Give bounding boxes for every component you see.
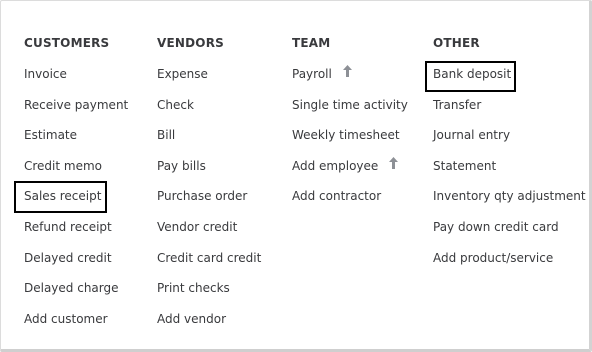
menu-item-label: Refund receipt <box>24 219 112 234</box>
menu-item-label: Estimate <box>24 128 78 143</box>
vendors-column: VENDORS Expense Check Bill Pay bills Pur… <box>157 34 261 340</box>
menu-item-add-customer[interactable]: Add customer <box>24 310 128 328</box>
menu-item-expense[interactable]: Expense <box>157 65 261 83</box>
upgrade-arrow-icon <box>389 156 399 174</box>
menu-item-label: Inventory qty adjustment <box>433 189 586 204</box>
menu-item-label: Vendor credit <box>157 219 238 234</box>
menu-item-weekly-timesheet[interactable]: Weekly timesheet <box>292 126 408 144</box>
menu-item-bill[interactable]: Bill <box>157 126 261 144</box>
menu-item-transfer[interactable]: Transfer <box>433 96 586 114</box>
menu-item-label: Delayed charge <box>24 281 119 296</box>
team-column: TEAM Payroll Single time activity Weekly… <box>292 34 408 218</box>
menu-item-check[interactable]: Check <box>157 96 261 114</box>
menu-item-add-vendor[interactable]: Add vendor <box>157 310 261 328</box>
menu-item-label: Add product/service <box>433 250 554 265</box>
other-heading: OTHER <box>433 36 480 50</box>
menu-item-journal-entry[interactable]: Journal entry <box>433 126 586 144</box>
menu-item-bank-deposit[interactable]: Bank deposit <box>433 65 586 83</box>
menu-item-delayed-charge[interactable]: Delayed charge <box>24 279 128 297</box>
menu-item-label: Print checks <box>157 281 230 296</box>
menu-item-label: Pay bills <box>157 158 206 173</box>
menu-item-receive-payment[interactable]: Receive payment <box>24 96 128 114</box>
menu-item-label: Add customer <box>24 311 108 326</box>
menu-item-label: Expense <box>157 67 208 81</box>
menu-item-delayed-credit[interactable]: Delayed credit <box>24 249 128 267</box>
menu-item-inventory-qty-adjustment[interactable]: Inventory qty adjustment <box>433 187 586 205</box>
menu-item-add-employee[interactable]: Add employee <box>292 156 408 175</box>
menu-item-credit-card-credit[interactable]: Credit card credit <box>157 249 261 267</box>
new-menu-panel: CUSTOMERS Invoice Receive payment Estima… <box>0 0 592 352</box>
menu-item-add-contractor[interactable]: Add contractor <box>292 187 408 205</box>
customers-column: CUSTOMERS Invoice Receive payment Estima… <box>24 34 128 340</box>
menu-item-label: Payroll <box>292 67 332 81</box>
menu-item-label: Delayed credit <box>24 250 112 265</box>
menu-item-label: Weekly timesheet <box>292 128 400 143</box>
menu-item-label: Purchase order <box>157 189 248 204</box>
menu-item-estimate[interactable]: Estimate <box>24 126 128 144</box>
menu-item-label: Add vendor <box>157 311 227 326</box>
menu-item-label: Single time activity <box>292 97 408 112</box>
menu-item-pay-bills[interactable]: Pay bills <box>157 157 261 175</box>
menu-item-label: Credit memo <box>24 158 103 173</box>
menu-item-label: Journal entry <box>433 128 511 143</box>
menu-item-label: Add contractor <box>292 189 382 204</box>
upgrade-arrow-icon <box>342 64 352 82</box>
team-heading: TEAM <box>292 36 331 50</box>
menu-item-label: Bank deposit <box>433 67 512 81</box>
menu-item-vendor-credit[interactable]: Vendor credit <box>157 218 261 236</box>
menu-item-purchase-order[interactable]: Purchase order <box>157 187 261 205</box>
menu-item-label: Add employee <box>292 158 379 173</box>
menu-item-print-checks[interactable]: Print checks <box>157 279 261 297</box>
menu-item-label: Check <box>157 97 194 112</box>
menu-item-credit-memo[interactable]: Credit memo <box>24 157 128 175</box>
menu-item-invoice[interactable]: Invoice <box>24 65 128 83</box>
menu-item-label: Pay down credit card <box>433 219 559 234</box>
menu-item-label: Sales receipt <box>24 189 102 204</box>
customers-heading: CUSTOMERS <box>24 36 110 50</box>
menu-item-add-product-service[interactable]: Add product/service <box>433 249 586 267</box>
menu-item-payroll[interactable]: Payroll <box>292 65 408 83</box>
vendors-heading: VENDORS <box>157 36 224 50</box>
other-column: OTHER Bank deposit Transfer Journal entr… <box>433 34 586 279</box>
menu-item-label: Invoice <box>24 67 67 81</box>
menu-item-single-time-activity[interactable]: Single time activity <box>292 96 408 114</box>
menu-item-pay-down-credit-card[interactable]: Pay down credit card <box>433 218 586 236</box>
menu-item-statement[interactable]: Statement <box>433 157 586 175</box>
menu-item-label: Bill <box>157 128 176 143</box>
menu-item-sales-receipt[interactable]: Sales receipt <box>24 187 128 205</box>
menu-item-label: Transfer <box>433 97 482 112</box>
menu-item-label: Statement <box>433 158 497 173</box>
menu-item-label: Receive payment <box>24 97 129 112</box>
menu-item-label: Credit card credit <box>157 250 262 265</box>
menu-item-refund-receipt[interactable]: Refund receipt <box>24 218 128 236</box>
